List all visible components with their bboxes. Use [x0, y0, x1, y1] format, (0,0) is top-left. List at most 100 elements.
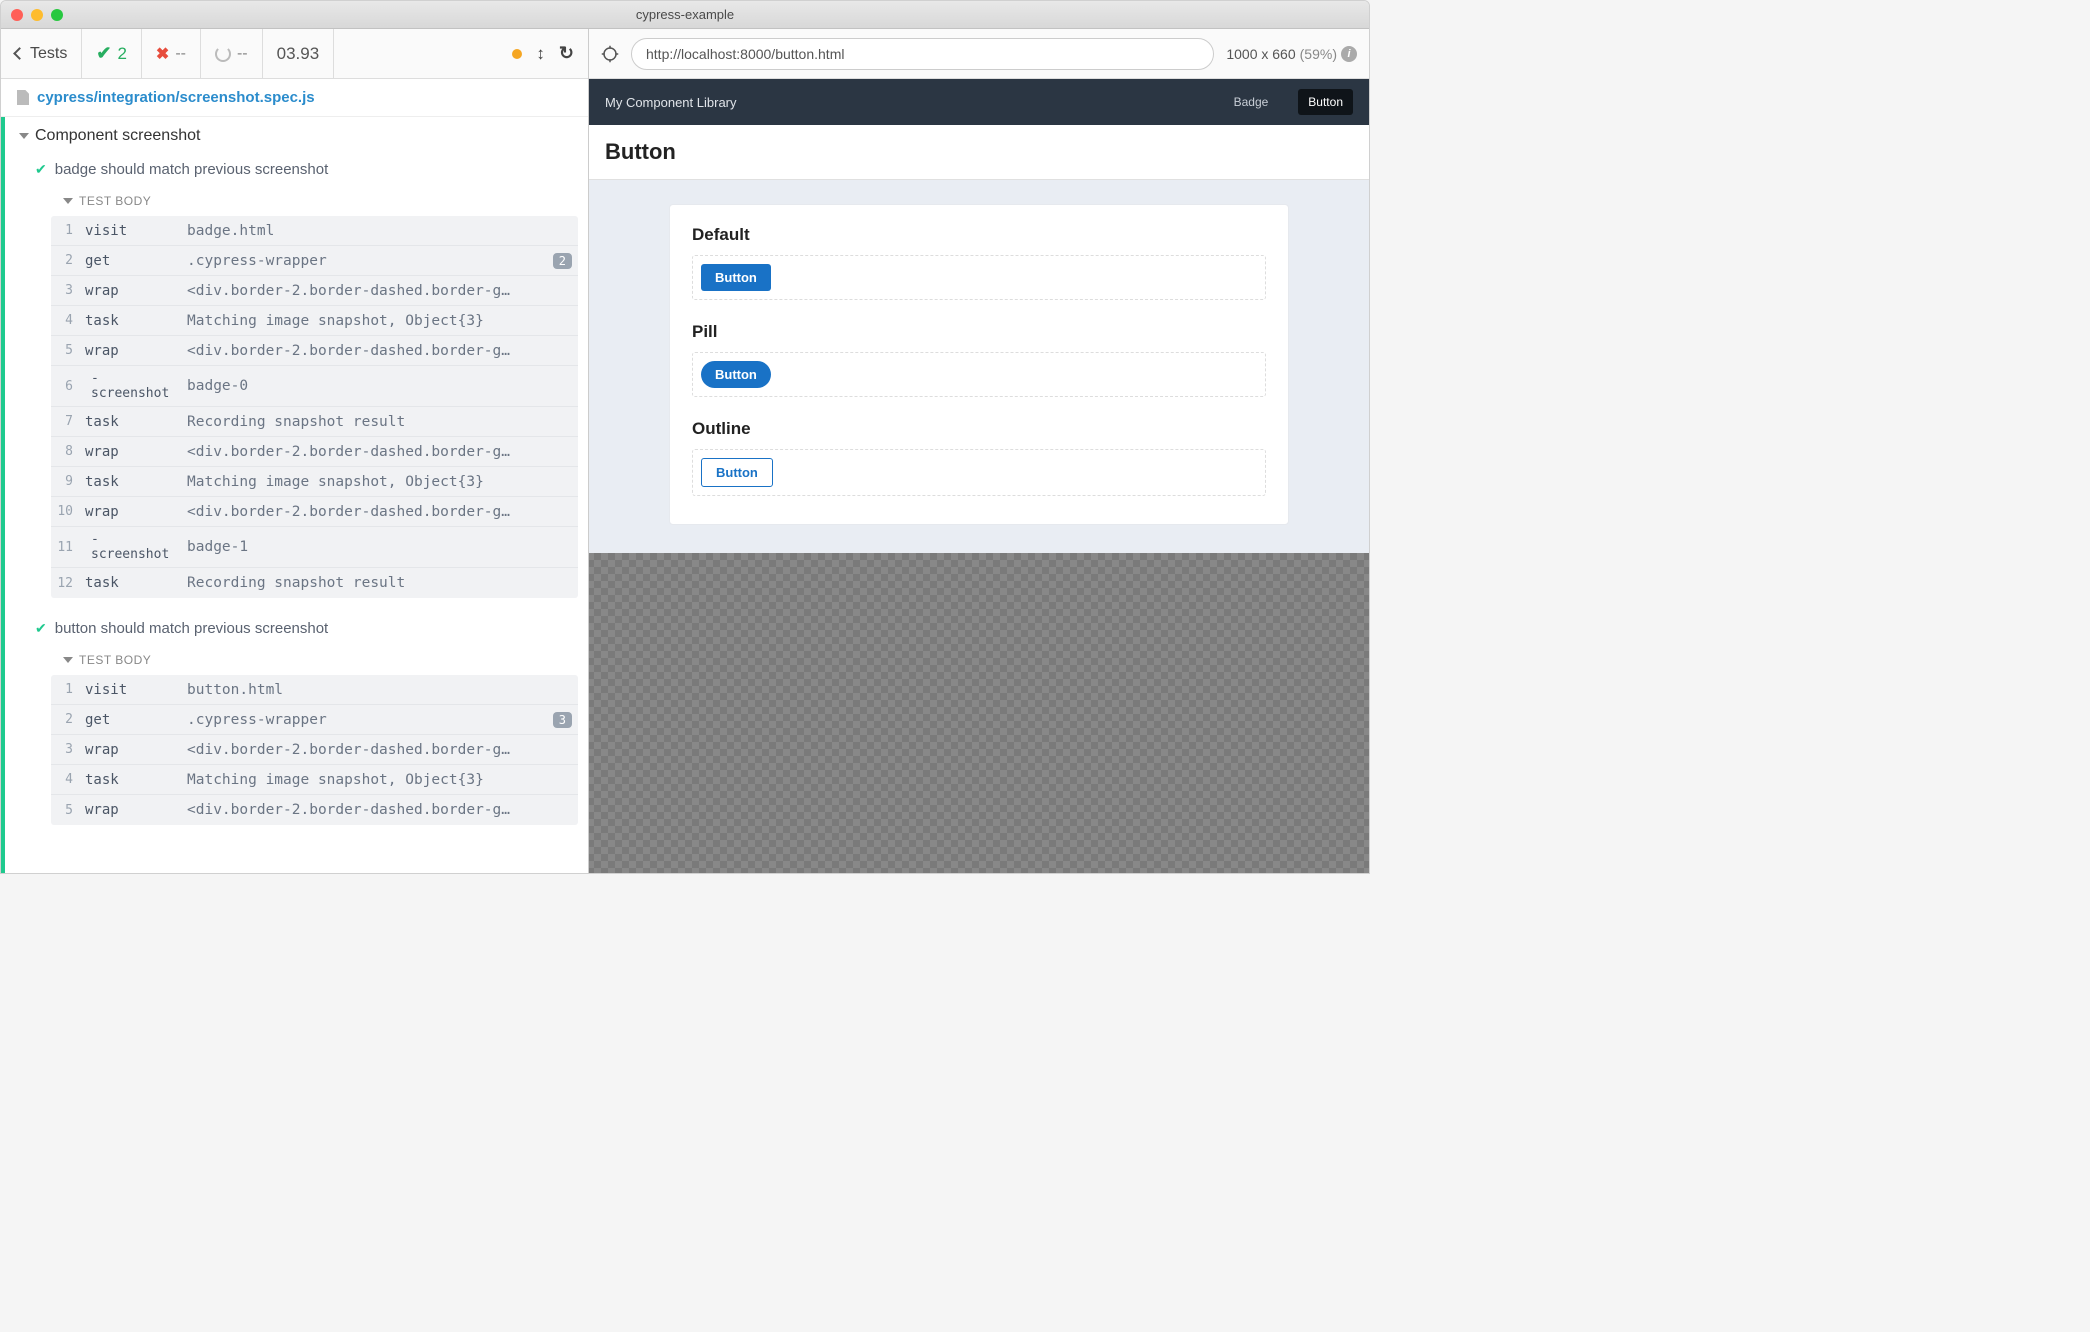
- line-number: 3: [51, 283, 81, 298]
- command-name: task: [81, 469, 187, 495]
- line-number: 6: [51, 379, 81, 394]
- command-row[interactable]: 5wrap<div.border-2.border-dashed.border-…: [51, 795, 578, 825]
- command-message: Matching image snapshot, Object{3}: [187, 767, 578, 793]
- tab-button[interactable]: Button: [1298, 89, 1353, 115]
- button-default[interactable]: Button: [701, 264, 771, 291]
- window-title: cypress-example: [1, 7, 1369, 22]
- command-name: wrap: [81, 737, 187, 763]
- command-name: wrap: [81, 797, 187, 823]
- command-row[interactable]: 3wrap<div.border-2.border-dashed.border-…: [51, 276, 578, 306]
- command-name: get: [81, 707, 187, 733]
- command-list: 1visitbadge.html2get.cypress-wrapper23wr…: [5, 216, 588, 612]
- maximize-icon[interactable]: [51, 9, 63, 21]
- url-value: http://localhost:8000/button.html: [646, 46, 844, 62]
- command-row[interactable]: 2get.cypress-wrapper3: [51, 705, 578, 735]
- reporter-pane: Tests ✔ 2 ✖ -- -- 03.93: [1, 29, 589, 873]
- line-number: 11: [51, 540, 81, 555]
- test-body-label: TEST BODY: [79, 194, 151, 208]
- aut-container: My Component Library Badge Button Button…: [589, 79, 1369, 873]
- selector-playground-icon[interactable]: [601, 45, 619, 63]
- test-body-header[interactable]: TEST BODY: [5, 186, 588, 216]
- failed-value: --: [175, 45, 186, 63]
- tab-badge[interactable]: Badge: [1224, 89, 1279, 115]
- url-bar: http://localhost:8000/button.html 1000 x…: [589, 29, 1369, 79]
- auto-scroll-icon[interactable]: [512, 49, 522, 59]
- command-row[interactable]: 9taskMatching image snapshot, Object{3}: [51, 467, 578, 497]
- command-row[interactable]: 4taskMatching image snapshot, Object{3}: [51, 306, 578, 336]
- aut-frame[interactable]: My Component Library Badge Button Button…: [589, 79, 1369, 553]
- command-message: .cypress-wrapper: [187, 248, 553, 274]
- command-name: task: [81, 308, 187, 334]
- command-message: <div.border-2.border-dashed.border-g…: [187, 797, 578, 823]
- command-row[interactable]: 11- screenshotbadge-1: [51, 527, 578, 568]
- test-row-button[interactable]: ✔ button should match previous screensho…: [5, 612, 588, 645]
- url-input[interactable]: http://localhost:8000/button.html: [631, 38, 1214, 70]
- line-number: 10: [51, 504, 81, 519]
- test-body-label: TEST BODY: [79, 653, 151, 667]
- passed-value: 2: [117, 44, 126, 64]
- chevron-down-icon: [63, 198, 73, 204]
- test-row-badge[interactable]: ✔ badge should match previous screenshot: [5, 153, 588, 186]
- line-number: 5: [51, 803, 81, 818]
- reporter-toolbar: Tests ✔ 2 ✖ -- -- 03.93: [1, 29, 588, 79]
- info-icon[interactable]: i: [1341, 46, 1357, 62]
- line-number: 8: [51, 444, 81, 459]
- command-message: .cypress-wrapper: [187, 707, 553, 733]
- suite-header[interactable]: Component screenshot: [5, 117, 588, 153]
- command-message: <div.border-2.border-dashed.border-g…: [187, 737, 578, 763]
- command-name: task: [81, 767, 187, 793]
- command-message: button.html: [187, 677, 578, 703]
- aut-page-header: Button: [589, 125, 1369, 180]
- pending-icon: [215, 46, 231, 62]
- test-body-header[interactable]: TEST BODY: [5, 645, 588, 675]
- line-number: 2: [51, 712, 81, 727]
- reload-icon[interactable]: ↻: [559, 43, 574, 64]
- close-icon[interactable]: [11, 9, 23, 21]
- check-icon: ✔: [96, 43, 111, 64]
- command-row[interactable]: 4taskMatching image snapshot, Object{3}: [51, 765, 578, 795]
- count-badge: 2: [553, 253, 572, 269]
- command-name: wrap: [81, 499, 187, 525]
- aut-brand[interactable]: My Component Library: [605, 95, 737, 110]
- button-outline[interactable]: Button: [701, 458, 773, 487]
- command-row[interactable]: 2get.cypress-wrapper2: [51, 246, 578, 276]
- duration-value: 03.93: [277, 44, 320, 64]
- command-row[interactable]: 8wrap<div.border-2.border-dashed.border-…: [51, 437, 578, 467]
- line-number: 9: [51, 474, 81, 489]
- command-name: - screenshot: [81, 527, 187, 567]
- reporter-body[interactable]: Component screenshot ✔ badge should matc…: [1, 117, 588, 873]
- pending-count[interactable]: --: [201, 29, 263, 78]
- count-badge: 3: [553, 712, 572, 728]
- aut-pane: http://localhost:8000/button.html 1000 x…: [589, 29, 1369, 873]
- titlebar: cypress-example: [1, 1, 1369, 29]
- command-row[interactable]: 1visitbadge.html: [51, 216, 578, 246]
- command-row[interactable]: 3wrap<div.border-2.border-dashed.border-…: [51, 735, 578, 765]
- command-row[interactable]: 1visitbutton.html: [51, 675, 578, 705]
- back-button[interactable]: Tests: [1, 29, 82, 78]
- command-row[interactable]: 6- screenshotbadge-0: [51, 366, 578, 407]
- passed-count[interactable]: ✔ 2: [82, 29, 142, 78]
- viewport-info[interactable]: 1000 x 660 (59%) i: [1226, 46, 1357, 62]
- button-pill[interactable]: Button: [701, 361, 771, 388]
- line-number: 4: [51, 772, 81, 787]
- command-row[interactable]: 10wrap<div.border-2.border-dashed.border…: [51, 497, 578, 527]
- spec-bar[interactable]: cypress/integration/screenshot.spec.js: [1, 79, 588, 117]
- viewport-dims: 1000 x 660: [1226, 46, 1295, 62]
- section-title-pill: Pill: [692, 322, 1266, 342]
- chevron-left-icon: [13, 47, 26, 60]
- failed-count[interactable]: ✖ --: [142, 29, 201, 78]
- aut-navbar: My Component Library Badge Button: [589, 79, 1369, 125]
- command-row[interactable]: 12taskRecording snapshot result: [51, 568, 578, 598]
- chevron-down-icon: [19, 133, 29, 139]
- duration: 03.93: [263, 29, 335, 78]
- viewport-pct: (59%): [1300, 46, 1337, 62]
- back-label: Tests: [30, 45, 67, 63]
- line-number: 2: [51, 253, 81, 268]
- minimize-icon[interactable]: [31, 9, 43, 21]
- file-icon: [17, 90, 29, 105]
- command-row[interactable]: 7taskRecording snapshot result: [51, 407, 578, 437]
- updown-icon[interactable]: ↕: [536, 44, 545, 64]
- command-row[interactable]: 5wrap<div.border-2.border-dashed.border-…: [51, 336, 578, 366]
- component-card: Default Button Pill Button Outline Butto…: [669, 204, 1289, 525]
- aut-body: Default Button Pill Button Outline Butto…: [589, 180, 1369, 553]
